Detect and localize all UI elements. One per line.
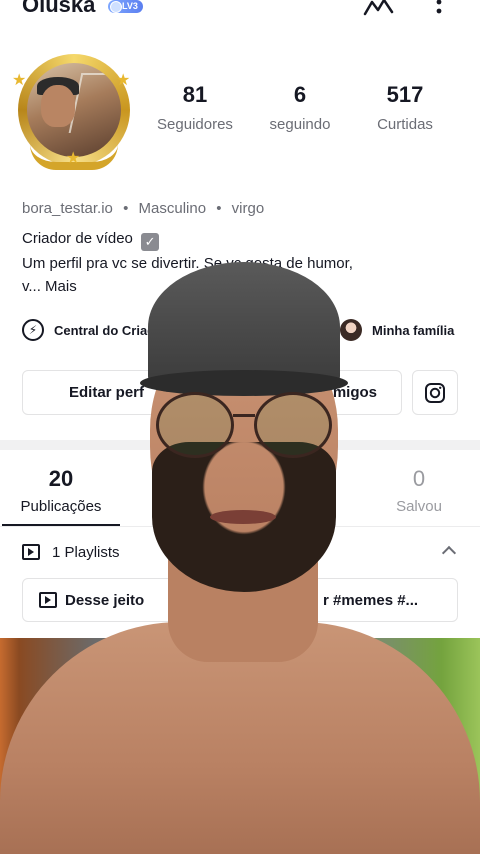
edit-profile-label: Editar perf — [69, 384, 145, 401]
bio-line-1: Criador de vídeo ✓ — [22, 230, 160, 251]
followers-count: 81 — [182, 82, 208, 107]
following-stat[interactable]: 6 seguindo — [260, 82, 340, 133]
bio-title: Criador de vídeo — [22, 230, 133, 247]
avatar-star-icon: ★ — [12, 72, 27, 89]
profile-handle: bora_testar.io — [22, 200, 113, 217]
separator-dot: • — [123, 200, 129, 217]
likes-count: 517 — [386, 82, 424, 107]
profile-gender: Masculino — [138, 200, 207, 217]
add-friends-label: migos — [332, 384, 377, 401]
likes-label: Curtidas — [377, 116, 433, 133]
playlists-count-label: 1 Playlists — [52, 543, 120, 561]
playlist-title-start: Desse jeito — [65, 591, 145, 609]
tab-publicacoes[interactable]: 20 Publicações — [2, 466, 120, 515]
creator-center-label: Central do Criad — [54, 322, 156, 338]
video-thumbnails-grid[interactable] — [0, 638, 480, 854]
profile-sign: virgo — [231, 200, 265, 217]
tab-salvou-label: Salvou — [396, 498, 442, 515]
family-link[interactable]: Minha família — [340, 318, 454, 342]
check-icon: ✓ — [141, 233, 160, 251]
bio-line-2: Um perfil pra vc se divertir. Se vc gost… — [22, 255, 353, 272]
following-label: seguindo — [269, 116, 331, 133]
family-avatar — [340, 319, 362, 341]
avatar-star-icon: ★ — [116, 72, 131, 89]
lightning-icon: ⚡ — [22, 319, 44, 341]
followers-label: Seguidores — [157, 116, 233, 133]
more-options-icon[interactable] — [432, 0, 446, 27]
instagram-icon — [425, 382, 445, 403]
tab-publicacoes-label: Publicações — [20, 498, 102, 515]
instagram-button[interactable] — [412, 370, 458, 415]
following-count: 6 — [293, 82, 307, 107]
bio-more-link[interactable]: v... Mais — [22, 278, 77, 295]
tab-salvou-count: 0 — [412, 466, 426, 491]
tabs-divider — [0, 526, 480, 527]
playlists-header[interactable]: 1 Playlists — [22, 540, 120, 564]
profile-avatar[interactable]: ★ ★ ★ — [12, 52, 134, 174]
section-divider — [0, 440, 480, 450]
edit-profile-button[interactable]: Editar perf — [22, 370, 202, 415]
profile-meta: bora_testar.io • Masculino • virgo — [22, 200, 264, 217]
avatar-star-icon: ★ — [66, 150, 81, 167]
chevron-up-icon[interactable] — [441, 545, 457, 561]
followers-stat[interactable]: 81 Seguidores — [150, 82, 240, 133]
separator-dot: • — [216, 200, 222, 217]
tab-publicacoes-count: 20 — [48, 466, 74, 491]
profile-username: Oluska — [22, 0, 96, 17]
add-friends-button[interactable]: migos — [280, 370, 402, 415]
level-badge: LV3 — [108, 0, 143, 13]
family-label: Minha família — [372, 322, 455, 338]
likes-stat[interactable]: 517 Curtidas — [366, 82, 444, 133]
avatar-photo — [27, 63, 121, 157]
playlist-icon — [22, 544, 40, 560]
profile-header: Oluska LV3 — [0, 0, 480, 24]
tab-salvou[interactable]: 0 Salvou — [380, 466, 458, 515]
creator-center-link[interactable]: ⚡ Central do Criad — [22, 318, 155, 342]
playlist-icon — [39, 592, 57, 608]
playlist-title-end: r #memes #... — [323, 591, 419, 609]
playlist-card[interactable]: Desse jeito r #memes #... — [22, 578, 458, 622]
creator-tools-icon[interactable] — [362, 0, 396, 27]
